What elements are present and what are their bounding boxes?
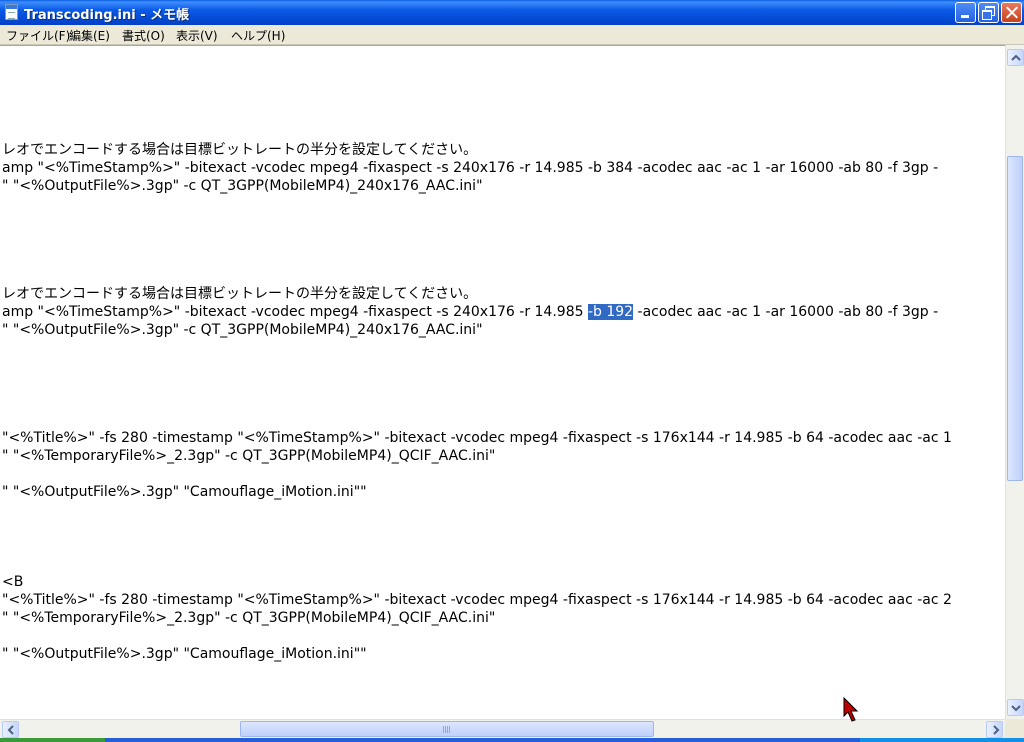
window-title: Transcoding.ini - メモ帳 [24,8,190,23]
chevron-right-icon [993,725,1000,735]
menu-format[interactable]: 書式(O) [122,27,165,44]
horizontal-scroll-thumb[interactable] [240,721,654,737]
vertical-scroll-thumb[interactable] [1007,156,1023,481]
text-line: レオでエンコードする場合は目標ビットレートの半分を設定してください。 [2,286,478,302]
text-line: " "<%OutputFile%>.3gp" -c QT_3GPP(Mobile… [2,322,483,338]
text-segment: amp "<%TimeStamp%>" -bitexact -vcodec mp… [2,304,588,320]
scrollbar-corner [1005,719,1024,738]
close-button[interactable] [1001,2,1022,23]
text-line: " "<%TemporaryFile%>_2.3gp" -c QT_3GPP(M… [2,610,496,626]
text-line-selected: amp "<%TimeStamp%>" -bitexact -vcodec mp… [2,303,938,321]
minimize-icon [961,15,969,18]
menu-edit[interactable]: 編集(E) [69,27,110,44]
chevron-left-icon [7,725,14,735]
text-selection: -b 192 [587,304,634,320]
chevron-up-icon [1011,54,1021,61]
menu-help[interactable]: ヘルプ(H) [231,27,285,44]
minimize-button[interactable] [955,2,976,23]
menu-bar: ファイル(F) 編集(E) 書式(O) 表示(V) ヘルプ(H) [0,25,1024,45]
text-editor[interactable]: レオでエンコードする場合は目標ビットレートの半分を設定してください。 amp "… [0,45,1005,720]
notepad-icon[interactable] [5,4,18,20]
scroll-down-button[interactable] [1007,699,1024,716]
text-line: " "<%OutputFile%>.3gp" "Camouflage_iMoti… [2,646,367,662]
text-line: <B [2,574,24,590]
grip-icon [443,726,450,733]
taskbar-strip [0,738,1024,742]
vertical-scrollbar[interactable] [1005,45,1024,719]
title-bar[interactable]: Transcoding.ini - メモ帳 [0,0,1024,25]
menu-file[interactable]: ファイル(F) [6,27,70,44]
mouse-pointer-icon [843,697,859,722]
chevron-down-icon [1011,705,1021,712]
text-segment: -acodec aac -ac 1 -ar 16000 -ab 80 -f 3g… [633,304,939,320]
text-line: " "<%TemporaryFile%>_2.3gp" -c QT_3GPP(M… [2,448,496,464]
scroll-right-button[interactable] [986,721,1003,738]
text-line: " "<%OutputFile%>.3gp" -c QT_3GPP(Mobile… [2,178,483,194]
text-line: "<%Title%>" -fs 280 -timestamp "<%TimeSt… [2,592,952,608]
scroll-up-button[interactable] [1007,49,1024,66]
restore-icon-back [982,10,992,20]
text-line: レオでエンコードする場合は目標ビットレートの半分を設定してください。 [2,142,478,158]
text-line: amp "<%TimeStamp%>" -bitexact -vcodec mp… [2,160,939,176]
restore-button[interactable] [978,2,999,23]
text-line: "<%Title%>" -fs 280 -timestamp "<%TimeSt… [2,430,952,446]
menu-view[interactable]: 表示(V) [176,27,218,44]
scroll-left-button[interactable] [2,721,19,738]
text-line: " "<%OutputFile%>.3gp" "Camouflage_iMoti… [2,484,367,500]
